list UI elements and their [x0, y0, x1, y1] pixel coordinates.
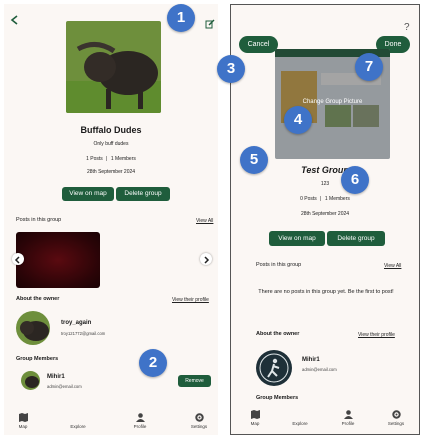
callout-3: 3 — [217, 55, 245, 83]
view-on-map-button[interactable]: View on map — [269, 231, 325, 246]
group-members-title: Group Members — [16, 356, 59, 362]
cancel-button[interactable]: Cancel — [239, 36, 278, 53]
member-email: admin@email.com — [47, 384, 82, 389]
nav-profile-label: Profile — [341, 421, 355, 426]
view-all-link[interactable]: View All — [384, 263, 401, 269]
group-name: Buffalo Dudes — [80, 125, 142, 135]
owner-avatar — [256, 350, 292, 386]
callout-4: 4 — [284, 106, 312, 134]
remove-member-button[interactable]: Remove — [178, 375, 211, 387]
change-picture-label: Change Group Picture — [302, 99, 363, 105]
callout-2: 2 — [139, 349, 167, 377]
owner-name: Mihir1 — [302, 357, 320, 363]
profile-icon — [343, 410, 353, 419]
left-screen: Buffalo Dudes Only buff dudes 1 Posts | … — [4, 4, 218, 435]
owner-avatar — [16, 311, 50, 345]
gear-icon — [194, 413, 204, 422]
callout-7: 7 — [355, 53, 383, 81]
owner-name: troy_again — [61, 320, 92, 326]
created-date: 28th September 2024 — [300, 211, 350, 217]
back-icon[interactable] — [10, 12, 20, 25]
posts-count: 1 Posts — [86, 156, 103, 162]
group-picture — [66, 21, 161, 113]
nav-profile[interactable]: Profile — [125, 413, 155, 429]
map-icon — [18, 413, 28, 422]
nav-settings-label: Settings — [190, 424, 208, 429]
callout-6: 6 — [341, 166, 369, 194]
member-avatar — [21, 371, 40, 390]
nav-map[interactable]: Map — [240, 410, 270, 426]
owner-email: admin@email.com — [302, 367, 337, 372]
posts-section-title: Posts in this group — [256, 262, 302, 268]
view-profile-link[interactable]: View their profile — [358, 332, 395, 338]
nav-explore[interactable]: Explore — [63, 413, 93, 429]
about-owner-title: About the owner — [16, 296, 60, 302]
members-count: 1 Members — [324, 196, 350, 202]
delete-group-button[interactable]: Delete group — [327, 231, 385, 246]
delete-group-button[interactable]: Delete group — [116, 187, 170, 201]
callout-1: 1 — [167, 4, 195, 32]
nav-map-label: Map — [250, 421, 260, 426]
group-members-title: Group Members — [256, 395, 299, 401]
posts-section-title: Posts in this group — [16, 217, 62, 223]
group-stats: 1 Posts | 1 Members — [86, 156, 136, 162]
member-name: Mihir1 — [47, 374, 65, 380]
profile-icon — [135, 413, 145, 422]
nav-settings-label: Settings — [387, 421, 405, 426]
created-date: 28th September 2024 — [86, 169, 136, 175]
nav-map-label: Map — [18, 424, 28, 429]
callout-5: 5 — [240, 146, 268, 174]
post-thumbnail[interactable] — [16, 232, 100, 288]
nav-profile-label: Profile — [133, 424, 147, 429]
empty-posts-message: There are no posts in this group yet. Be… — [258, 289, 394, 295]
carousel-next-icon[interactable] — [200, 253, 212, 265]
view-all-link[interactable]: View All — [196, 218, 213, 224]
description-field[interactable]: 123 — [231, 181, 419, 187]
group-stats: 0 Posts | 1 Members — [300, 196, 350, 202]
right-screen: ? Cancel Done Change Group Picture Test … — [230, 4, 420, 435]
edit-icon[interactable] — [205, 16, 215, 29]
bottom-nav: Map Explore Profile Settings — [4, 409, 218, 435]
map-icon — [250, 410, 260, 419]
view-profile-link[interactable]: View their profile — [172, 297, 209, 303]
members-count: 1 Members — [110, 156, 136, 162]
nav-explore-label: Explore — [292, 421, 308, 426]
about-owner-title: About the owner — [256, 331, 300, 337]
posts-count: 0 Posts — [300, 196, 317, 202]
carousel-prev-icon[interactable] — [12, 253, 24, 265]
nav-map[interactable]: Map — [8, 413, 38, 429]
view-on-map-button[interactable]: View on map — [62, 187, 114, 201]
owner-email: troy121772@gmail.com — [61, 331, 106, 336]
nav-settings[interactable]: Settings — [381, 410, 411, 426]
group-description: Only buff dudes — [93, 141, 129, 147]
nav-profile[interactable]: Profile — [333, 410, 363, 426]
gear-icon — [391, 410, 401, 419]
help-icon[interactable]: ? — [404, 22, 410, 33]
nav-explore[interactable]: Explore — [285, 410, 315, 426]
bottom-nav: Map Explore Profile Settings — [231, 406, 419, 434]
nav-explore-label: Explore — [70, 424, 86, 429]
nav-settings[interactable]: Settings — [184, 413, 214, 429]
